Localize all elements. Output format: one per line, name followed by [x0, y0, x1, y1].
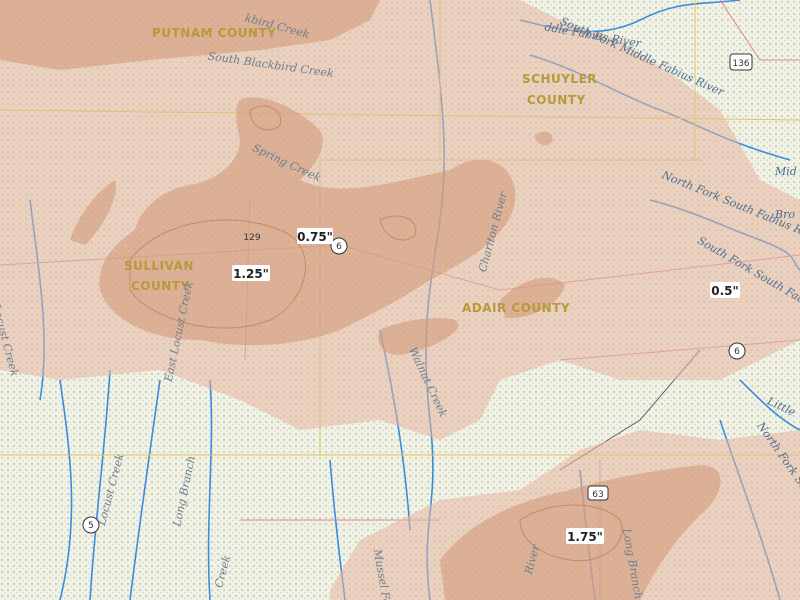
svg-text:0.5": 0.5" [711, 284, 739, 298]
county-label-adair: ADAIR COUNTY [462, 301, 570, 315]
precipitation-map[interactable]: PUTNAM COUNTY SCHUYLER COUNTY SULLIVAN C… [0, 0, 800, 600]
route-shield-63: 63 [587, 485, 609, 501]
county-label-putnam: PUTNAM COUNTY [152, 26, 276, 40]
county-label-schuyler-line2: COUNTY [527, 93, 586, 107]
county-label-schuyler-line1: SCHUYLER [522, 72, 597, 86]
svg-text:136: 136 [732, 59, 749, 69]
rain-label-175: 1.75" [566, 528, 604, 544]
svg-text:1.75": 1.75" [567, 530, 603, 544]
svg-text:1.25": 1.25" [233, 267, 269, 281]
svg-text:6: 6 [734, 347, 740, 357]
rain-label-075: 0.75" [297, 228, 333, 244]
rain-label-125: 1.25" [232, 265, 270, 281]
route-shield-6-west: 6 [330, 237, 348, 255]
label-bro: Bro [774, 208, 795, 221]
svg-text:0.75": 0.75" [297, 230, 333, 244]
route-shield-5: 5 [82, 516, 100, 534]
svg-text:6: 6 [336, 242, 342, 252]
county-label-sullivan-line1: SULLIVAN [124, 259, 194, 273]
route-shield-6-east: 6 [728, 342, 746, 360]
route-shield-136: 136 [729, 53, 753, 71]
svg-text:63: 63 [592, 490, 603, 500]
label-mid: Mid [774, 165, 797, 178]
route-shield-129: 129 [243, 233, 260, 243]
rain-label-05: 0.5" [710, 282, 740, 298]
svg-text:129: 129 [243, 233, 260, 243]
map-canvas: PUTNAM COUNTY SCHUYLER COUNTY SULLIVAN C… [0, 0, 800, 600]
svg-text:5: 5 [88, 521, 94, 531]
